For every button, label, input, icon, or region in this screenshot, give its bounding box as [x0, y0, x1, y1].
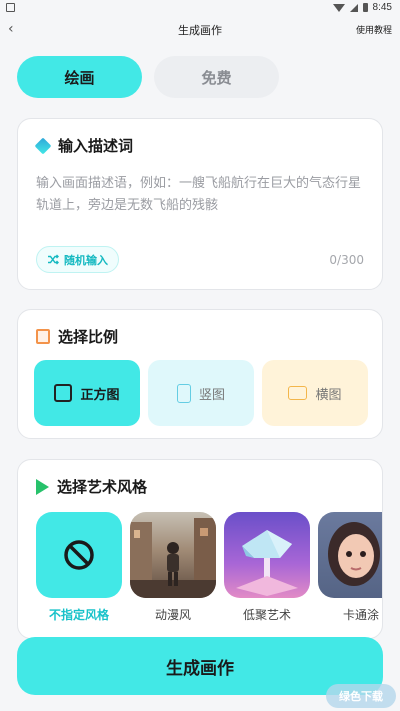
- char-counter: 0/300: [329, 253, 364, 267]
- style-card: 选择艺术风格 不指定风格 动漫风 低聚艺术 卡通涂: [17, 459, 383, 639]
- prompt-card: 输入描述词 输入画面描述语，例如：一艘飞船航行在巨大的气态行星轨道上，旁边是无数…: [17, 118, 383, 290]
- notification-icon: [6, 3, 15, 12]
- square-shape-icon: [54, 384, 73, 402]
- random-input-label: 随机输入: [64, 253, 108, 267]
- generate-button[interactable]: 生成画作: [17, 637, 383, 695]
- style-option-anime[interactable]: 动漫风: [130, 512, 216, 623]
- ratio-option-label: 正方图: [80, 387, 120, 403]
- signal-icon: [349, 3, 358, 12]
- ratio-card: 选择比例 正方图 竖图 横图: [17, 309, 383, 439]
- watermark-text: 绿色下载: [339, 690, 383, 703]
- cartoon-portrait-illustration: [328, 522, 380, 586]
- battery-icon: [362, 3, 368, 12]
- style-option-label: 不指定风格: [48, 608, 109, 622]
- ratio-icon: [36, 329, 50, 344]
- style-option-none[interactable]: 不指定风格: [36, 512, 122, 623]
- play-icon: [36, 478, 49, 495]
- style-option-cartoon[interactable]: 卡通涂: [318, 512, 382, 623]
- portrait-shape-icon: [176, 383, 191, 403]
- shuffle-icon: [48, 254, 59, 265]
- random-input-button[interactable]: 随机输入: [36, 246, 119, 273]
- lowpoly-style-thumbnail: [224, 512, 310, 598]
- ratio-option-landscape[interactable]: 横图: [262, 360, 368, 426]
- style-option-label: 卡通涂: [342, 608, 379, 622]
- prompt-card-title: 输入描述词: [58, 137, 134, 155]
- ratio-option-label: 竖图: [198, 387, 225, 403]
- style-card-header: 选择艺术风格: [36, 476, 147, 497]
- ratio-option-portrait[interactable]: 竖图: [148, 360, 254, 426]
- cartoon-style-thumbnail: [318, 512, 382, 598]
- cube-icon: [34, 137, 52, 154]
- anime-style-thumbnail: [130, 512, 216, 598]
- ratio-option-square[interactable]: 正方图: [34, 360, 140, 426]
- prompt-input[interactable]: 输入画面描述语，例如：一艘飞船航行在巨大的气态行星轨道上，旁边是无数飞船的残骸: [36, 173, 371, 217]
- ratio-options: 正方图 竖图 横图: [34, 360, 368, 426]
- watermark-logo: 绿色下载: [326, 684, 396, 708]
- tutorial-link[interactable]: 使用教程: [356, 23, 392, 36]
- mode-tabs: 绘画 免费: [17, 56, 383, 98]
- style-option-lowpoly[interactable]: 低聚艺术: [224, 512, 310, 623]
- status-bar: 8:45: [0, 0, 400, 18]
- style-option-label: 低聚艺术: [242, 608, 291, 622]
- lowpoly-tree-illustration: [236, 530, 298, 596]
- nav-bar: ‹ 生成画作 使用教程: [0, 18, 400, 44]
- style-thumb: [36, 512, 122, 598]
- prompt-card-header: 输入描述词: [34, 135, 134, 156]
- ratio-option-label: 横图: [315, 387, 342, 403]
- landscape-shape-icon: [288, 386, 308, 400]
- style-card-title: 选择艺术风格: [57, 478, 148, 496]
- ratio-card-title: 选择比例: [58, 328, 119, 346]
- prohibited-icon: [64, 540, 94, 570]
- ratio-card-header: 选择比例: [36, 326, 118, 347]
- tab-free[interactable]: 免费: [154, 56, 279, 98]
- style-options: 不指定风格 动漫风 低聚艺术 卡通涂: [36, 512, 382, 632]
- style-option-label: 动漫风: [154, 608, 191, 622]
- status-icons: 8:45: [332, 2, 392, 13]
- page-title: 生成画作: [178, 24, 222, 37]
- wifi-icon: [332, 3, 345, 12]
- tab-painting[interactable]: 绘画: [17, 56, 142, 98]
- anime-street-illustration: [130, 518, 216, 598]
- status-time: 8:45: [372, 2, 392, 13]
